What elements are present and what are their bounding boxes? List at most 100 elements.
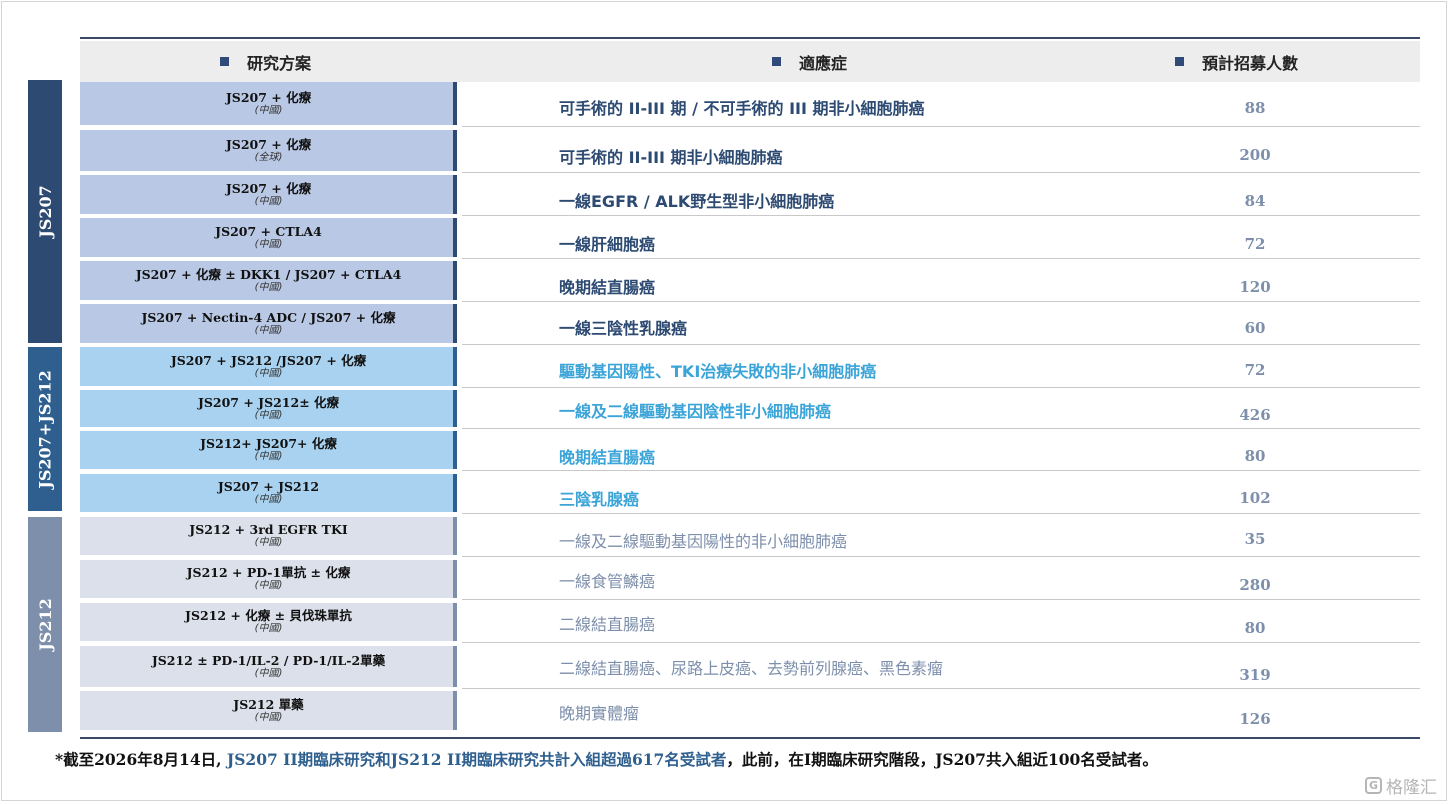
cell-accent-bar: [453, 431, 457, 469]
logo-icon: G: [1365, 777, 1382, 794]
scheme-region: (中國): [254, 537, 283, 548]
table-row: JS212 + 化療 ± 貝伐珠單抗 (中國) 二線結直腸癌 80: [80, 603, 1420, 643]
scheme-cell: JS212 + PD-1單抗 ± 化療 (中國): [80, 560, 457, 598]
table-row: JS207 + 化療 (中國) 一線EGFR / ALK野生型非小細胞肺癌 84: [80, 175, 1420, 216]
header-indication: 適應症: [772, 41, 847, 82]
row-divider: [462, 599, 1420, 600]
table-row: JS207 + Nectin-4 ADC / JS207 + 化療 (中國) 一…: [80, 304, 1420, 345]
scheme-region: (中國): [254, 367, 283, 379]
group-label-js207: JS207: [28, 80, 62, 343]
header-scheme-label: 研究方案: [247, 53, 312, 73]
scheme-name: JS207 + JS212 /JS207 + 化療: [170, 352, 367, 368]
cell-accent-bar: [453, 218, 457, 257]
scheme-cell: JS212 單藥 (中國): [80, 691, 457, 730]
cell-accent-bar: [453, 130, 457, 171]
enrollment-count: 426: [1239, 406, 1271, 424]
row-divider: [462, 215, 1420, 216]
scheme-region: (中國): [254, 238, 283, 250]
enrollment-count: 280: [1239, 576, 1271, 594]
indication-text: 一線肝細胞癌: [559, 235, 656, 254]
cell-accent-bar: [453, 560, 457, 598]
group-label-text: JS207+JS212: [35, 369, 55, 489]
scheme-name: JS207 + Nectin-4 ADC / JS207 + 化療: [141, 309, 396, 325]
header-enrollment-label: 預計招募人數: [1202, 53, 1299, 73]
scheme-cell: JS207 + 化療 (中國): [80, 175, 457, 214]
logo-text: 格隆汇: [1386, 778, 1437, 798]
table-row: JS207 + 化療 (全球) 可手術的 II-III 期非小細胞肺癌 200: [80, 130, 1420, 173]
cell-accent-bar: [453, 691, 457, 730]
row-divider: [462, 470, 1420, 471]
scheme-name: JS207 + 化療: [225, 136, 312, 152]
row-divider: [462, 172, 1420, 173]
table-row: JS212 ± PD-1/IL-2 / PD-1/IL-2單藥 (中國) 二線結…: [80, 646, 1420, 689]
cell-accent-bar: [453, 517, 457, 555]
scheme-name: JS207 + 化療: [225, 180, 312, 196]
scheme-region: (中國): [254, 494, 283, 505]
scheme-cell: JS207 + 化療 (中國): [80, 82, 457, 125]
scheme-region: (中國): [254, 711, 283, 723]
indication-text: 可手術的 II-III 期非小細胞肺癌: [559, 148, 783, 167]
group-label-js207-js212: JS207+JS212: [28, 347, 62, 511]
scheme-region: (中國): [254, 580, 283, 591]
header-scheme: 研究方案: [220, 41, 311, 82]
table-row: JS207 + 化療 ± DKK1 / JS207 + CTLA4 (中國) 晚…: [80, 261, 1420, 302]
indication-text: 一線食管鱗癌: [559, 572, 656, 591]
scheme-cell: JS207 + 化療 ± DKK1 / JS207 + CTLA4 (中國): [80, 261, 457, 300]
table-row: JS207 + CTLA4 (中國) 一線肝細胞癌 72: [80, 218, 1420, 259]
scheme-region: (中國): [254, 409, 283, 421]
indication-text: 一線EGFR / ALK野生型非小細胞肺癌: [559, 192, 835, 211]
scheme-cell: JS212 ± PD-1/IL-2 / PD-1/IL-2單藥 (中國): [80, 646, 457, 687]
row-divider: [462, 301, 1420, 302]
row-divider: [462, 513, 1420, 514]
enrollment-count: 80: [1244, 447, 1266, 465]
indication-text: 晚期實體瘤: [559, 704, 640, 723]
group-label-text: JS207: [35, 185, 55, 238]
cell-accent-bar: [453, 603, 457, 641]
scheme-region: (中國): [254, 195, 283, 207]
scheme-name: JS207 + JS212: [217, 479, 320, 494]
scheme-cell: JS207 + JS212 /JS207 + 化療 (中國): [80, 347, 457, 386]
indication-text: 一線三陰性乳腺癌: [559, 319, 688, 338]
cell-accent-bar: [453, 175, 457, 214]
scheme-name: JS207 + JS212± 化療: [197, 394, 340, 410]
cell-accent-bar: [453, 304, 457, 343]
table-row: JS207 + 化療 (中國) 可手術的 II-III 期 / 不可手術的 II…: [80, 82, 1420, 127]
footnote-highlight: JS207 II期臨床研究和JS212 II期臨床研究共計入組超過617名受試者: [226, 750, 727, 769]
cell-accent-bar: [453, 82, 457, 125]
enrollment-count: 72: [1244, 235, 1266, 253]
scheme-region: (中國): [254, 104, 283, 116]
enrollment-count: 84: [1244, 192, 1266, 210]
table-row: JS212 + PD-1單抗 ± 化療 (中國) 一線食管鱗癌 280: [80, 560, 1420, 600]
scheme-name: JS207 + CTLA4: [215, 223, 322, 239]
watermark-logo: G 格隆汇: [1365, 773, 1437, 798]
scheme-cell: JS207 + 化療 (全球): [80, 130, 457, 171]
cell-accent-bar: [453, 646, 457, 687]
scheme-cell: JS207 + Nectin-4 ADC / JS207 + 化療 (中國): [80, 304, 457, 343]
scheme-region: (中國): [254, 324, 283, 336]
indication-text: 晚期結直腸癌: [559, 448, 656, 467]
indication-text: 一線及二線驅動基因陽性的非小細胞肺癌: [559, 532, 848, 551]
square-bullet-icon: [772, 57, 781, 66]
header-indication-label: 適應症: [799, 53, 848, 73]
table-row: JS207 + JS212± 化療 (中國) 一線及二線驅動基因陰性非小細胞肺癌…: [80, 390, 1420, 429]
table-bottom-rule: [80, 737, 1420, 739]
indication-text: 二線結直腸癌、尿路上皮癌、去勢前列腺癌、黑色素瘤: [559, 659, 944, 678]
scheme-name: JS212 + 化療 ± 貝伐珠單抗: [185, 608, 352, 623]
cell-accent-bar: [453, 474, 457, 512]
indication-text: 可手術的 II-III 期 / 不可手術的 III 期非小細胞肺癌: [559, 99, 925, 118]
indication-text: 二線結直腸癌: [559, 615, 656, 634]
row-divider: [462, 126, 1420, 127]
cell-accent-bar: [453, 261, 457, 300]
square-bullet-icon: [220, 57, 229, 66]
scheme-cell: JS212 + 化療 ± 貝伐珠單抗 (中國): [80, 603, 457, 641]
group-label-text: JS212: [35, 598, 55, 651]
enrollment-count: 126: [1239, 710, 1271, 728]
table-row: JS212 + 3rd EGFR TKI (中國) 一線及二線驅動基因陽性的非小…: [80, 517, 1420, 557]
enrollment-count: 102: [1239, 489, 1271, 507]
row-divider: [462, 428, 1420, 429]
scheme-name: JS212 單藥: [233, 696, 304, 712]
footnote: *截至2026年8月14日, JS207 II期臨床研究和JS212 II期臨床…: [55, 748, 1158, 770]
row-divider: [462, 387, 1420, 388]
enrollment-count: 319: [1239, 666, 1271, 684]
table-header: 研究方案 適應症 預計招募人數: [80, 41, 1420, 82]
